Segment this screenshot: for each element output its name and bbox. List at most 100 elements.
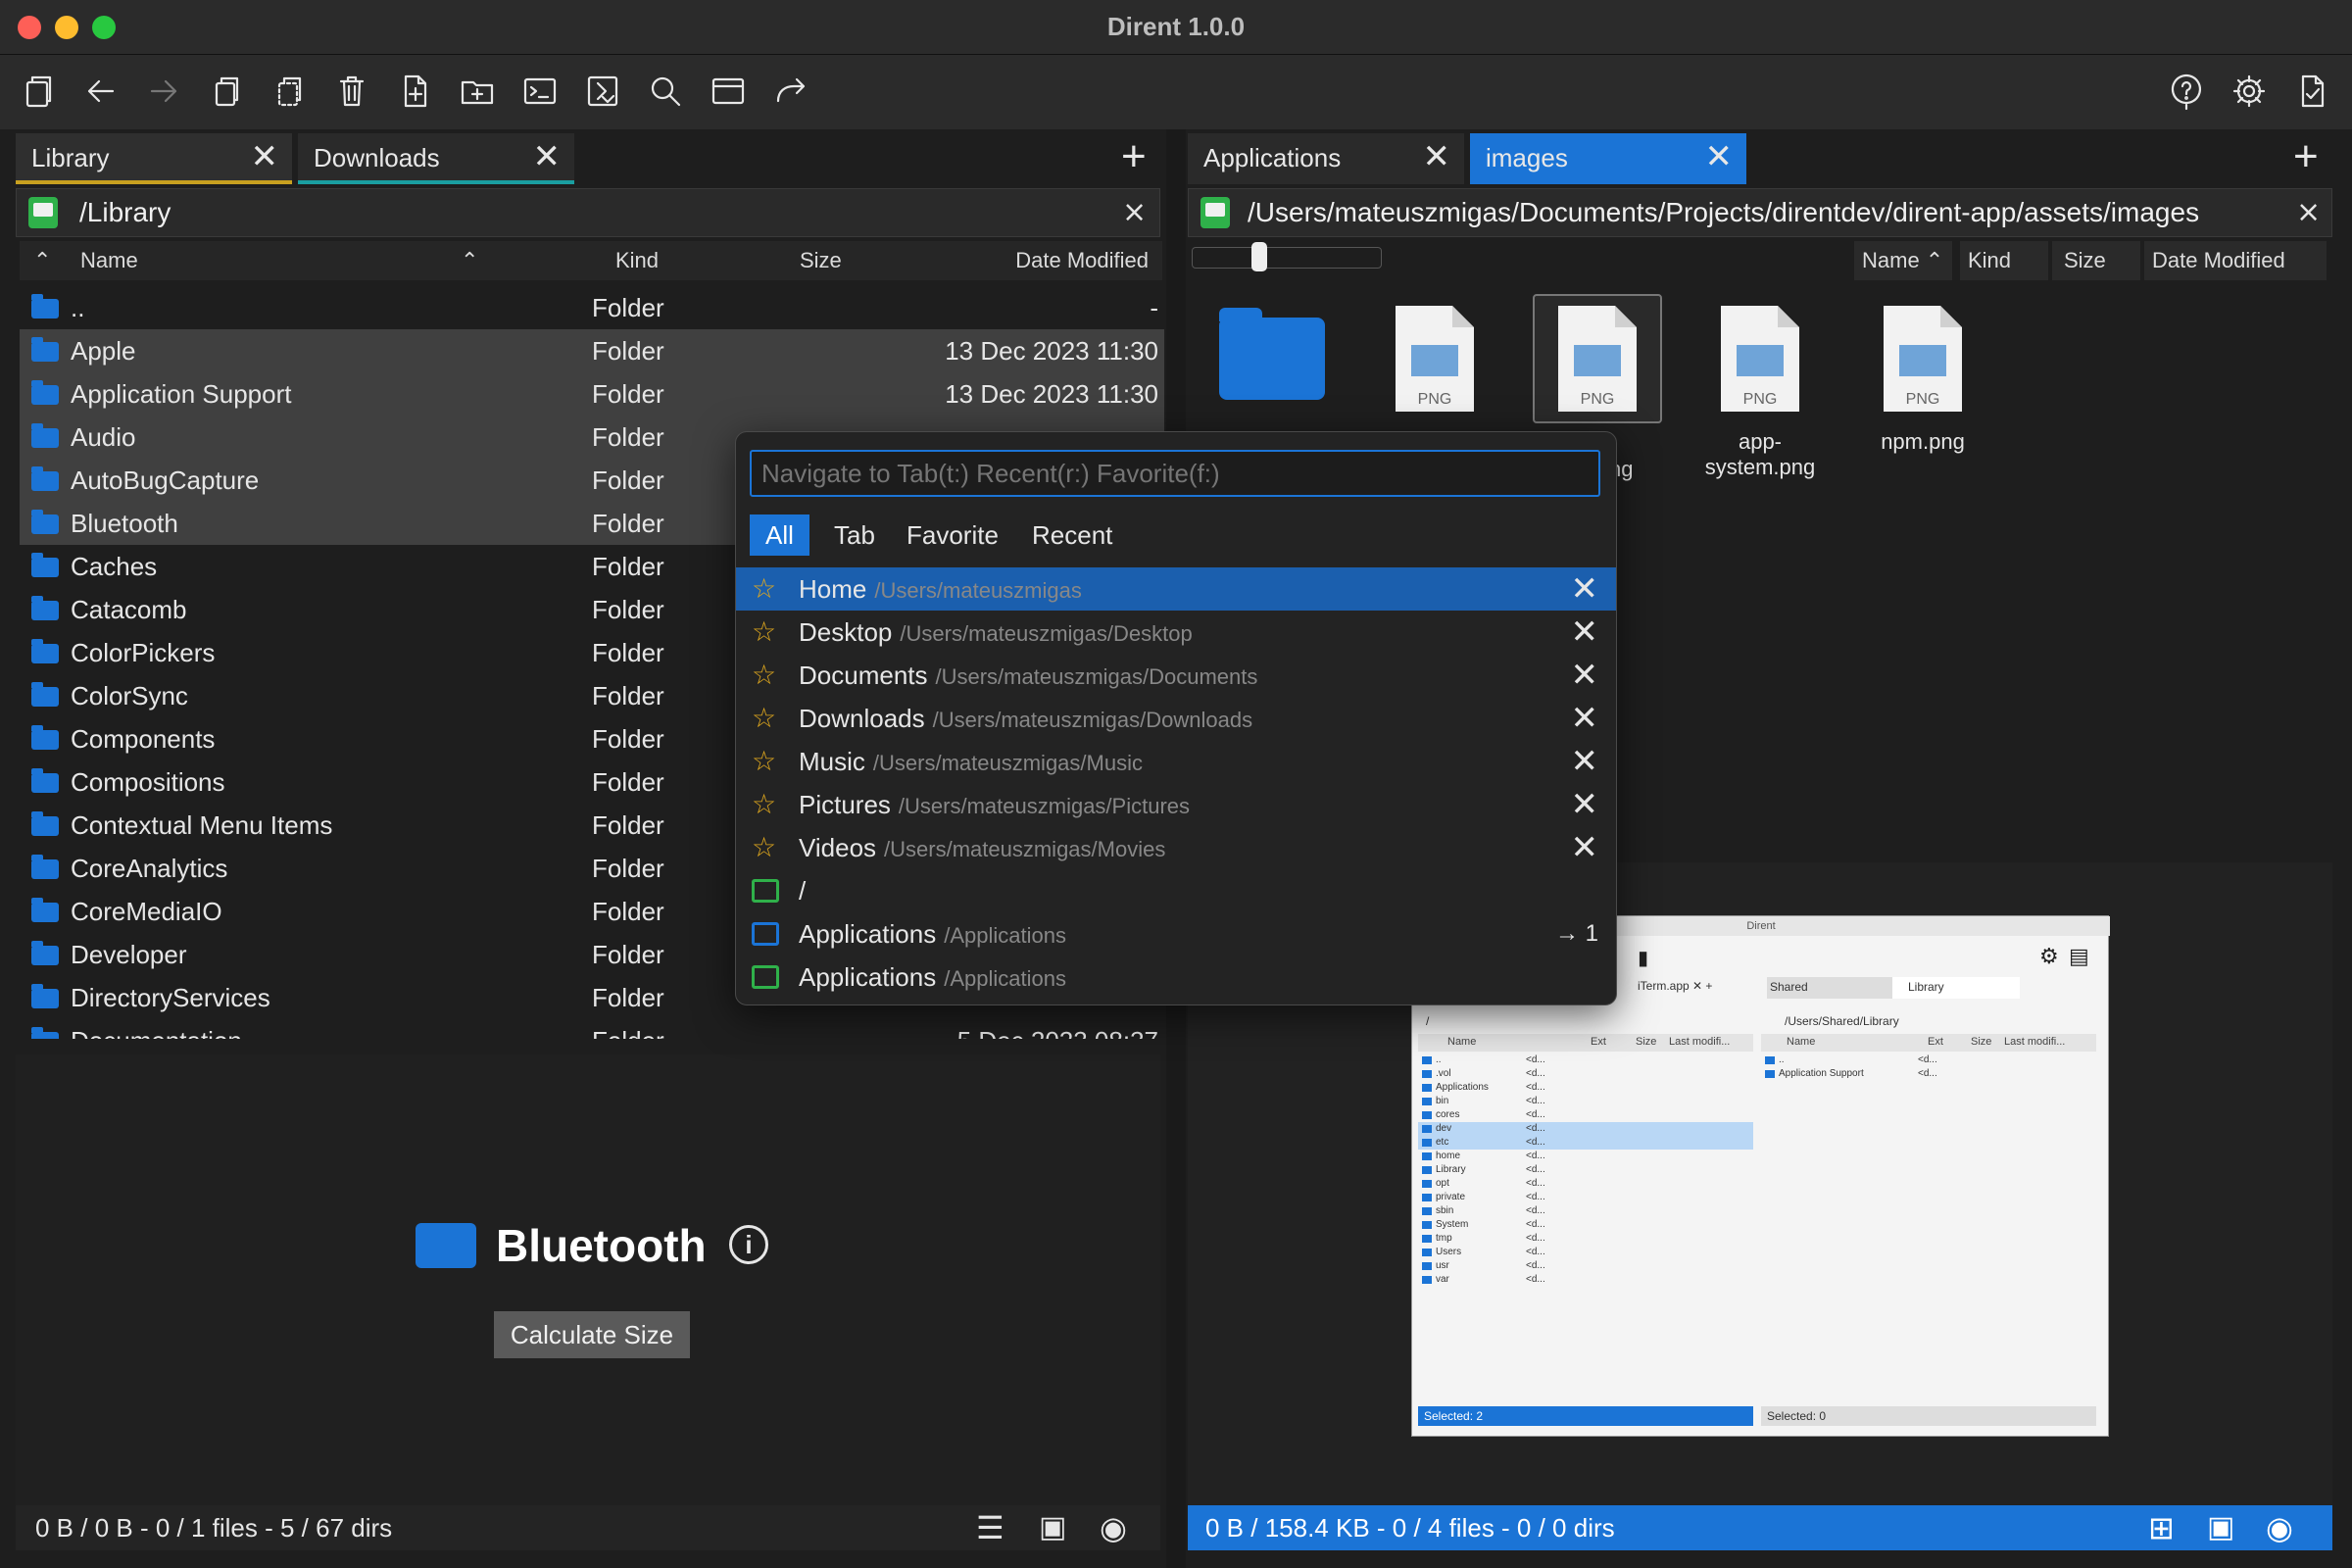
search-icon[interactable]: [643, 69, 688, 114]
tab-library[interactable]: Library ✕: [16, 133, 292, 184]
folder-icon[interactable]: [1219, 308, 1325, 400]
filter-favorite[interactable]: Favorite: [901, 514, 1004, 556]
tab-images[interactable]: images ✕: [1470, 133, 1746, 184]
png-file-icon[interactable]: PNG: [1880, 302, 1966, 416]
zoom-slider-thumb[interactable]: [1251, 242, 1267, 271]
thumb-row: var <d...: [1418, 1273, 1753, 1287]
filter-all[interactable]: All: [750, 514, 809, 556]
filter-recent[interactable]: Recent: [1026, 514, 1118, 556]
table-row[interactable]: .. Folder -: [20, 286, 1164, 329]
move-icon[interactable]: [267, 69, 312, 114]
column-name[interactable]: Name: [80, 241, 138, 280]
sort-date[interactable]: Date Modified: [2144, 241, 2327, 280]
collapse-icon[interactable]: ⌃: [33, 241, 51, 280]
sort-size[interactable]: Size: [2052, 241, 2140, 280]
star-icon: ☆: [752, 616, 777, 647]
navigator-item[interactable]: Applications/Applications: [736, 956, 1616, 999]
status-text: 0 B / 0 B - 0 / 1 files - 5 / 67 dirs: [35, 1513, 393, 1543]
filter-tab[interactable]: Tab: [828, 514, 881, 556]
zoom-slider[interactable]: [1192, 242, 1382, 271]
navigator-item[interactable]: ☆ Downloads/Users/mateuszmigas/Downloads ✕: [736, 697, 1616, 740]
back-arrow-icon[interactable]: [78, 69, 123, 114]
eye-icon[interactable]: ◉: [1100, 1505, 1127, 1550]
table-row[interactable]: Application Support Folder 13 Dec 2023 11:…: [20, 372, 1164, 416]
table-row[interactable]: Documentation Folder 5 Dec 2023 08:37: [20, 1019, 1164, 1039]
remove-icon[interactable]: ✕: [1571, 654, 1599, 697]
column-kind[interactable]: Kind: [615, 241, 659, 280]
help-icon[interactable]: [2164, 69, 2209, 114]
new-folder-icon[interactable]: [455, 69, 500, 114]
thumb-row: home <d...: [1418, 1150, 1753, 1163]
copy-pane-icon[interactable]: [16, 69, 61, 114]
navigator-item[interactable]: ☆ Documents/Users/mateuszmigas/Documents ✕: [736, 654, 1616, 697]
preview-toggle-icon[interactable]: ▣: [1039, 1505, 1066, 1550]
add-tab-button[interactable]: +: [2293, 135, 2319, 178]
navigator-item[interactable]: ☆ Pictures/Users/mateuszmigas/Pictures ✕: [736, 783, 1616, 826]
navigator-search-input[interactable]: [750, 450, 1600, 497]
calculate-size-button[interactable]: Calculate Size: [494, 1311, 690, 1358]
preview-toggle-icon[interactable]: ▣: [2207, 1505, 2234, 1550]
remove-icon[interactable]: ✕: [1571, 783, 1599, 826]
file-kind: Folder: [592, 1019, 664, 1039]
remove-icon[interactable]: ✕: [1571, 567, 1599, 611]
navigator-item[interactable]: ☆ Music/Users/mateuszmigas/Music ✕: [736, 740, 1616, 783]
png-file-icon[interactable]: PNG: [1717, 302, 1803, 416]
forward-arrow-icon[interactable]: [141, 69, 186, 114]
eye-icon[interactable]: ◉: [2266, 1505, 2293, 1550]
drive-icon: [1200, 197, 1230, 228]
png-file-icon[interactable]: PNG: [1392, 302, 1478, 416]
remove-icon[interactable]: ✕: [1571, 740, 1599, 783]
close-tab-icon[interactable]: ✕: [533, 140, 562, 173]
path-input[interactable]: /Users/mateuszmigas/Documents/Projects/d…: [1248, 197, 2199, 228]
path-input[interactable]: /Library: [79, 197, 171, 228]
drive-icon: [752, 965, 779, 989]
remove-icon[interactable]: ✕: [1571, 697, 1599, 740]
navigator-item-path: /Users/mateuszmigas/Documents: [935, 664, 1258, 689]
navigator-item[interactable]: ☆ Desktop/Users/mateuszmigas/Desktop ✕: [736, 611, 1616, 654]
add-tab-button[interactable]: +: [1121, 135, 1147, 178]
gear-icon[interactable]: [2227, 69, 2272, 114]
vscode-icon[interactable]: [580, 69, 625, 114]
svg-text:PNG: PNG: [1581, 391, 1615, 408]
navigator-item[interactable]: /: [736, 869, 1616, 912]
document-check-icon[interactable]: [2289, 69, 2334, 114]
copy-icon[interactable]: [204, 69, 249, 114]
file-kind: Folder: [592, 810, 664, 840]
window-icon[interactable]: [706, 69, 751, 114]
tab-label: Downloads: [314, 143, 440, 172]
thumb-row: Applications <d...: [1418, 1081, 1753, 1095]
navigator-item[interactable]: ☆ Home/Users/mateuszmigas ✕: [736, 567, 1616, 611]
file-name: Audio: [71, 422, 136, 452]
filter-clear-icon[interactable]: ⨯: [2296, 195, 2321, 229]
folder-icon: [31, 855, 59, 879]
close-tab-icon[interactable]: ✕: [1705, 140, 1734, 173]
file-kind: Folder: [592, 422, 664, 452]
navigator-item[interactable]: ☆ Videos/Users/mateuszmigas/Movies ✕: [736, 826, 1616, 869]
column-date[interactable]: Date Modified: [1015, 241, 1149, 280]
tab-downloads[interactable]: Downloads ✕: [298, 133, 574, 184]
file-label: app-system.png: [1704, 429, 1816, 479]
grid-view-icon[interactable]: ⊞: [2148, 1505, 2175, 1550]
sort-kind[interactable]: Kind: [1960, 241, 2048, 280]
column-size[interactable]: Size: [800, 241, 842, 280]
terminal-icon[interactable]: [517, 69, 563, 114]
sort-asc-icon[interactable]: ⌃: [461, 241, 478, 280]
png-file-icon[interactable]: PNG: [1554, 302, 1641, 416]
close-tab-icon[interactable]: ✕: [1423, 140, 1451, 173]
info-icon[interactable]: i: [729, 1225, 768, 1264]
table-row[interactable]: Apple Folder 13 Dec 2023 11:30: [20, 329, 1164, 372]
file-date: -: [1150, 293, 1158, 322]
trash-icon[interactable]: [329, 69, 374, 114]
close-tab-icon[interactable]: ✕: [251, 140, 279, 173]
redirect-arrow-icon[interactable]: [768, 69, 813, 114]
remove-icon[interactable]: ✕: [1571, 611, 1599, 654]
tab-applications[interactable]: Applications ✕: [1188, 133, 1464, 184]
navigator-item[interactable]: Applications/Applications → 1: [736, 912, 1616, 956]
file-name: ColorSync: [71, 681, 188, 710]
new-file-icon[interactable]: [392, 69, 437, 114]
list-view-icon[interactable]: ☰: [976, 1505, 1004, 1550]
sort-name[interactable]: Name ⌃: [1854, 241, 1952, 280]
remove-icon[interactable]: ✕: [1571, 826, 1599, 869]
filter-clear-icon[interactable]: ⨯: [1122, 195, 1147, 229]
thumb-row: sbin <d...: [1418, 1204, 1753, 1218]
